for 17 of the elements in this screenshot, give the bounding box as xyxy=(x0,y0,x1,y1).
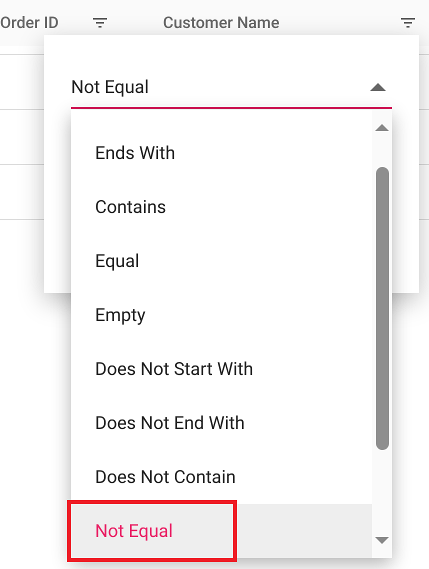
filter-icon[interactable] xyxy=(93,18,107,28)
column-header[interactable]: Customer Name xyxy=(163,11,280,35)
dropdown-option[interactable]: Equal xyxy=(71,234,372,288)
dropdown-option[interactable]: Ends With xyxy=(71,126,372,180)
column-header[interactable]: Order ID xyxy=(0,11,59,35)
dropdown-option[interactable]: Does Not End With xyxy=(71,396,372,450)
caret-icon xyxy=(370,83,386,91)
dropdown-option[interactable]: Contains xyxy=(71,180,372,234)
scroll-down-icon[interactable] xyxy=(375,537,389,544)
dropdown-option[interactable]: Does Not Start With xyxy=(71,342,372,396)
dropdown-option[interactable]: Not Equal xyxy=(71,504,372,558)
dropdown-option[interactable]: Empty xyxy=(71,288,372,342)
scrollbar-thumb[interactable] xyxy=(376,167,388,450)
scrollbar[interactable] xyxy=(372,110,392,558)
filter-icon[interactable] xyxy=(401,18,415,28)
scroll-up-icon[interactable] xyxy=(375,124,389,131)
dropdown-option[interactable]: Does Not Contain xyxy=(71,450,372,504)
